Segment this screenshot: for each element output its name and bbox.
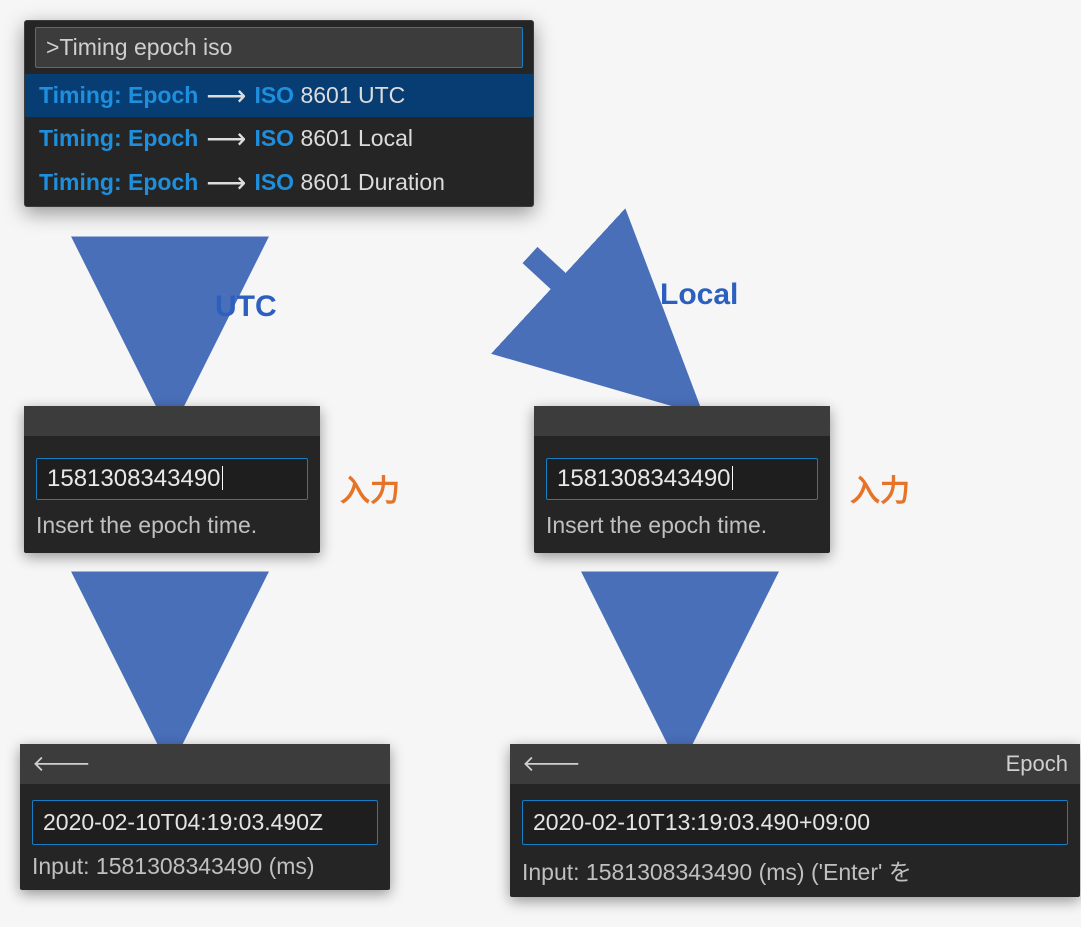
palette-item-prefix: Timing: — [39, 79, 122, 112]
back-icon[interactable]: 🡐 — [32, 751, 91, 777]
palette-item-epoch: Epoch — [128, 79, 198, 112]
result-hint: Input: 1581308343490 (ms) ('Enter' を — [510, 853, 1080, 897]
result-header-label: Epoch — [1006, 751, 1068, 777]
palette-item-iso: ISO — [254, 122, 294, 155]
command-palette: >Timing epoch iso Timing: Epoch ⟶ ISO 86… — [24, 20, 534, 207]
result-output[interactable]: 2020-02-10T13:19:03.490+09:00 — [522, 800, 1068, 845]
result-titlebar: 🡐 — [20, 744, 390, 784]
palette-item-epoch: Epoch — [128, 166, 198, 199]
result-output[interactable]: 2020-02-10T04:19:03.490Z — [32, 800, 378, 845]
side-label-input-local: 入力 — [850, 466, 910, 510]
arrow-right-icon: ⟶ — [206, 169, 246, 197]
epoch-input-value: 1581308343490 — [557, 465, 731, 492]
flow-label-utc: UTC — [215, 290, 277, 324]
palette-item-utc[interactable]: Timing: Epoch ⟶ ISO 8601 UTC — [25, 74, 533, 117]
palette-item-duration[interactable]: Timing: Epoch ⟶ ISO 8601 Duration — [25, 161, 533, 204]
text-caret — [222, 466, 223, 490]
epoch-input[interactable]: 1581308343490 — [546, 458, 818, 500]
result-box-local: 🡐 Epoch 2020-02-10T13:19:03.490+09:00 In… — [510, 744, 1080, 897]
epoch-input-hint: Insert the epoch time. — [534, 510, 830, 553]
palette-item-iso: ISO — [254, 166, 294, 199]
palette-item-iso: ISO — [254, 79, 294, 112]
palette-item-local[interactable]: Timing: Epoch ⟶ ISO 8601 Local — [25, 117, 533, 160]
epoch-input-hint: Insert the epoch time. — [24, 510, 320, 553]
result-hint: Input: 1581308343490 (ms) — [20, 853, 390, 890]
panel-titlebar — [534, 406, 830, 436]
result-titlebar: 🡐 Epoch — [510, 744, 1080, 784]
epoch-input-box-utc: 1581308343490 Insert the epoch time. — [24, 406, 320, 553]
panel-titlebar — [24, 406, 320, 436]
arrow-right-icon: ⟶ — [206, 82, 246, 110]
palette-item-prefix: Timing: — [39, 122, 122, 155]
back-icon[interactable]: 🡐 — [522, 751, 581, 777]
epoch-input[interactable]: 1581308343490 — [36, 458, 308, 500]
side-label-input-utc: 入力 — [340, 466, 400, 510]
epoch-input-value: 1581308343490 — [47, 465, 221, 492]
palette-item-epoch: Epoch — [128, 122, 198, 155]
epoch-input-box-local: 1581308343490 Insert the epoch time. — [534, 406, 830, 553]
palette-item-suffix: 8601 Duration — [300, 166, 445, 199]
command-palette-input[interactable]: >Timing epoch iso — [35, 27, 523, 68]
result-box-utc: 🡐 2020-02-10T04:19:03.490Z Input: 158130… — [20, 744, 390, 890]
palette-item-prefix: Timing: — [39, 166, 122, 199]
text-caret — [732, 466, 733, 490]
palette-item-suffix: 8601 Local — [300, 122, 413, 155]
palette-item-suffix: 8601 UTC — [300, 79, 405, 112]
arrow-right-icon: ⟶ — [206, 125, 246, 153]
flow-label-local: Local — [660, 278, 738, 312]
